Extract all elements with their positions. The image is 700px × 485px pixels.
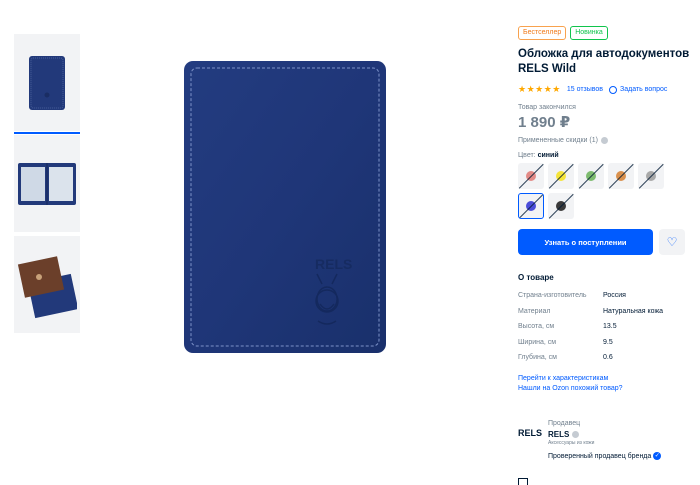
color-dot <box>526 171 536 181</box>
thumbnail-list <box>14 34 80 337</box>
seller-label: Продавец <box>548 419 581 427</box>
links: Перейти к характеристикам Нашли на Ozon … <box>518 374 693 394</box>
svg-text:RELS: RELS <box>315 256 352 272</box>
color-label-value: синий <box>537 152 559 159</box>
color-dot <box>646 171 656 181</box>
color-swatch[interactable] <box>638 163 664 189</box>
color-label: Цвет: синий <box>518 152 693 159</box>
bottom-icon <box>518 478 528 485</box>
specs-link[interactable]: Перейти к характеристикам <box>518 374 693 384</box>
color-dot <box>556 171 566 181</box>
spec-row: Ширина, см 9.5 <box>518 335 693 351</box>
spec-row: Глубина, см 0.6 <box>518 350 693 366</box>
spec-row: Высота, см 13.5 <box>518 319 693 335</box>
rating-row: ★★★★★ 15 отзывов Задать вопрос <box>518 84 693 95</box>
verified-label: Проверенный продавец бренда <box>548 452 652 460</box>
color-dot <box>616 171 626 181</box>
spec-value: 9.5 <box>603 338 613 346</box>
spec-value: Россия <box>603 292 626 300</box>
about-title: О товаре <box>518 273 554 282</box>
reviews-link[interactable]: 15 отзывов <box>567 86 603 93</box>
spec-key: Глубина, см <box>518 354 557 362</box>
color-label-key: Цвет: <box>518 152 536 159</box>
color-swatch[interactable] <box>608 163 634 189</box>
badges: Бестселлер Новинка <box>518 26 693 40</box>
seller-name-text: RELS <box>548 429 570 439</box>
spec-key: Страна-изготовитель <box>518 292 587 300</box>
spec-value: Натуральная кожа <box>603 307 664 315</box>
heart-icon: ♡ <box>666 235 678 249</box>
seller-block: RELS Продавец RELS Аксессуары из кожи Пр… <box>518 420 693 461</box>
thumbnail-open[interactable] <box>14 135 80 232</box>
spec-value: 13.5 <box>603 323 617 331</box>
wallet-main-image: RELS <box>184 60 386 353</box>
new-badge: Новинка <box>570 26 608 40</box>
spec-row: Страна-изготовитель Россия <box>518 288 693 304</box>
spec-row: Материал Натуральная кожа <box>518 304 693 320</box>
product-info: Бестселлер Новинка Обложка для автодокум… <box>518 26 693 461</box>
stock-status: Товар закончился <box>518 104 576 111</box>
similar-link[interactable]: Нашли на Ozon похожий товар? <box>518 384 693 394</box>
spec-list: Страна-изготовитель Россия Материал Натурал… <box>518 288 693 366</box>
wallet-box-image <box>17 255 77 318</box>
seller-logo[interactable]: RELS <box>518 420 548 461</box>
seller-body: Продавец RELS Аксессуары из кожи Провере… <box>548 419 662 461</box>
info-icon[interactable] <box>600 137 608 144</box>
color-swatch[interactable] <box>578 163 604 189</box>
seller-subtitle: Аксессуары из кожи <box>548 439 595 446</box>
notify-button[interactable]: Узнать о поступлении <box>518 229 653 255</box>
applied-discounts-label: Примененные скидки (1) <box>518 137 598 144</box>
verified-check-icon: ✓ <box>653 451 662 460</box>
ask-question-link[interactable]: Задать вопрос <box>609 85 668 94</box>
spec-value: 0.6 <box>603 354 613 362</box>
verified-seller: Проверенный продавец бренда ✓ <box>548 451 662 461</box>
color-dot <box>586 171 596 181</box>
spec-key: Высота, см <box>518 323 555 331</box>
color-swatch[interactable] <box>518 193 544 219</box>
favorite-button[interactable]: ♡ <box>659 229 685 255</box>
spec-key: Ширина, см <box>518 338 557 346</box>
chat-icon <box>609 85 618 94</box>
color-swatch[interactable] <box>518 163 544 189</box>
bestseller-badge: Бестселлер <box>518 26 567 40</box>
color-swatch[interactable] <box>548 193 574 219</box>
applied-discounts[interactable]: Примененные скидки (1) <box>518 137 693 144</box>
color-dot <box>526 201 536 211</box>
info-icon[interactable] <box>572 430 580 438</box>
product-title: Обложка для автодокументов RELS Wild <box>518 48 690 75</box>
rating-stars: ★★★★★ <box>518 84 561 94</box>
color-swatch[interactable] <box>548 163 574 189</box>
ask-question-label: Задать вопрос <box>620 86 668 93</box>
spec-key: Материал <box>518 307 551 315</box>
color-dot <box>556 201 566 211</box>
color-swatches <box>518 163 693 219</box>
thumbnail-box[interactable] <box>14 236 80 333</box>
wallet-front-image <box>29 55 65 110</box>
action-row: Узнать о поступлении ♡ <box>518 229 693 255</box>
price: 1 890 ₽ <box>518 114 571 131</box>
wallet-open-image <box>18 162 76 205</box>
main-product-image[interactable]: RELS <box>120 34 450 379</box>
thumbnail-front[interactable] <box>14 34 80 134</box>
seller-name[interactable]: RELS <box>548 430 661 439</box>
